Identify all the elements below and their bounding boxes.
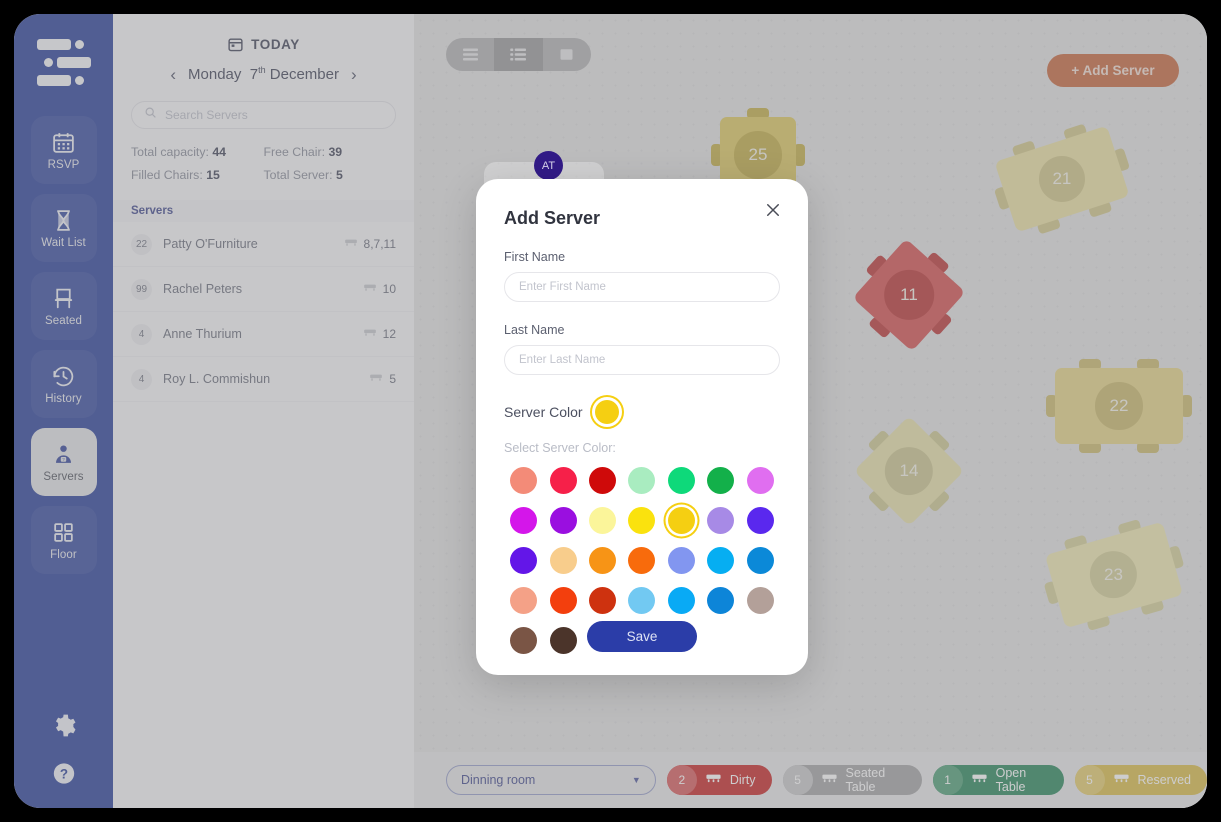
- color-swatch[interactable]: [589, 547, 617, 574]
- selected-color-chip: [594, 400, 619, 424]
- app-shell: RSVP Wait List Seated History ? Servers …: [14, 14, 1207, 808]
- last-name-field[interactable]: [504, 345, 780, 375]
- color-swatch[interactable]: [510, 507, 538, 534]
- color-swatch[interactable]: [628, 587, 656, 614]
- color-swatch[interactable]: [667, 467, 695, 494]
- color-swatch[interactable]: [628, 467, 656, 494]
- color-swatch[interactable]: [510, 547, 538, 574]
- modal-title: Add Server: [504, 208, 601, 228]
- color-swatch[interactable]: [510, 587, 538, 614]
- color-swatch[interactable]: [549, 507, 577, 534]
- color-swatch[interactable]: [707, 507, 735, 534]
- color-swatch[interactable]: [667, 587, 695, 614]
- first-name-field[interactable]: [504, 272, 780, 302]
- first-name-label: First Name: [504, 250, 566, 264]
- color-swatch[interactable]: [549, 547, 577, 574]
- app-root: RSVP Wait List Seated History ? Servers …: [0, 0, 1221, 822]
- server-color-row: Server Color: [504, 400, 780, 424]
- color-swatch[interactable]: [549, 467, 577, 494]
- color-swatch[interactable]: [510, 467, 538, 494]
- color-swatch[interactable]: [667, 547, 695, 574]
- color-swatch[interactable]: [589, 587, 617, 614]
- color-swatch[interactable]: [589, 467, 617, 494]
- color-swatch[interactable]: [510, 627, 538, 654]
- close-icon[interactable]: [764, 201, 784, 221]
- select-color-label: Select Server Color:: [504, 441, 616, 455]
- color-swatch[interactable]: [628, 507, 656, 534]
- add-server-modal: Add Server First Name Last Name Server C…: [476, 179, 808, 675]
- color-swatch[interactable]: [746, 547, 774, 574]
- color-swatch[interactable]: [746, 587, 774, 614]
- color-swatch[interactable]: [628, 547, 656, 574]
- color-swatch[interactable]: [589, 507, 617, 534]
- last-name-label: Last Name: [504, 323, 565, 337]
- color-swatch[interactable]: [667, 507, 695, 534]
- server-color-label: Server Color: [504, 404, 583, 420]
- color-swatch[interactable]: [549, 587, 577, 614]
- color-swatch[interactable]: [549, 627, 577, 654]
- avatar: AT: [534, 151, 563, 180]
- color-swatch[interactable]: [707, 547, 735, 574]
- color-swatch[interactable]: [707, 467, 735, 494]
- color-swatch[interactable]: [746, 507, 774, 534]
- save-button[interactable]: Save: [587, 621, 697, 652]
- color-swatch[interactable]: [707, 587, 735, 614]
- color-swatch[interactable]: [746, 467, 774, 494]
